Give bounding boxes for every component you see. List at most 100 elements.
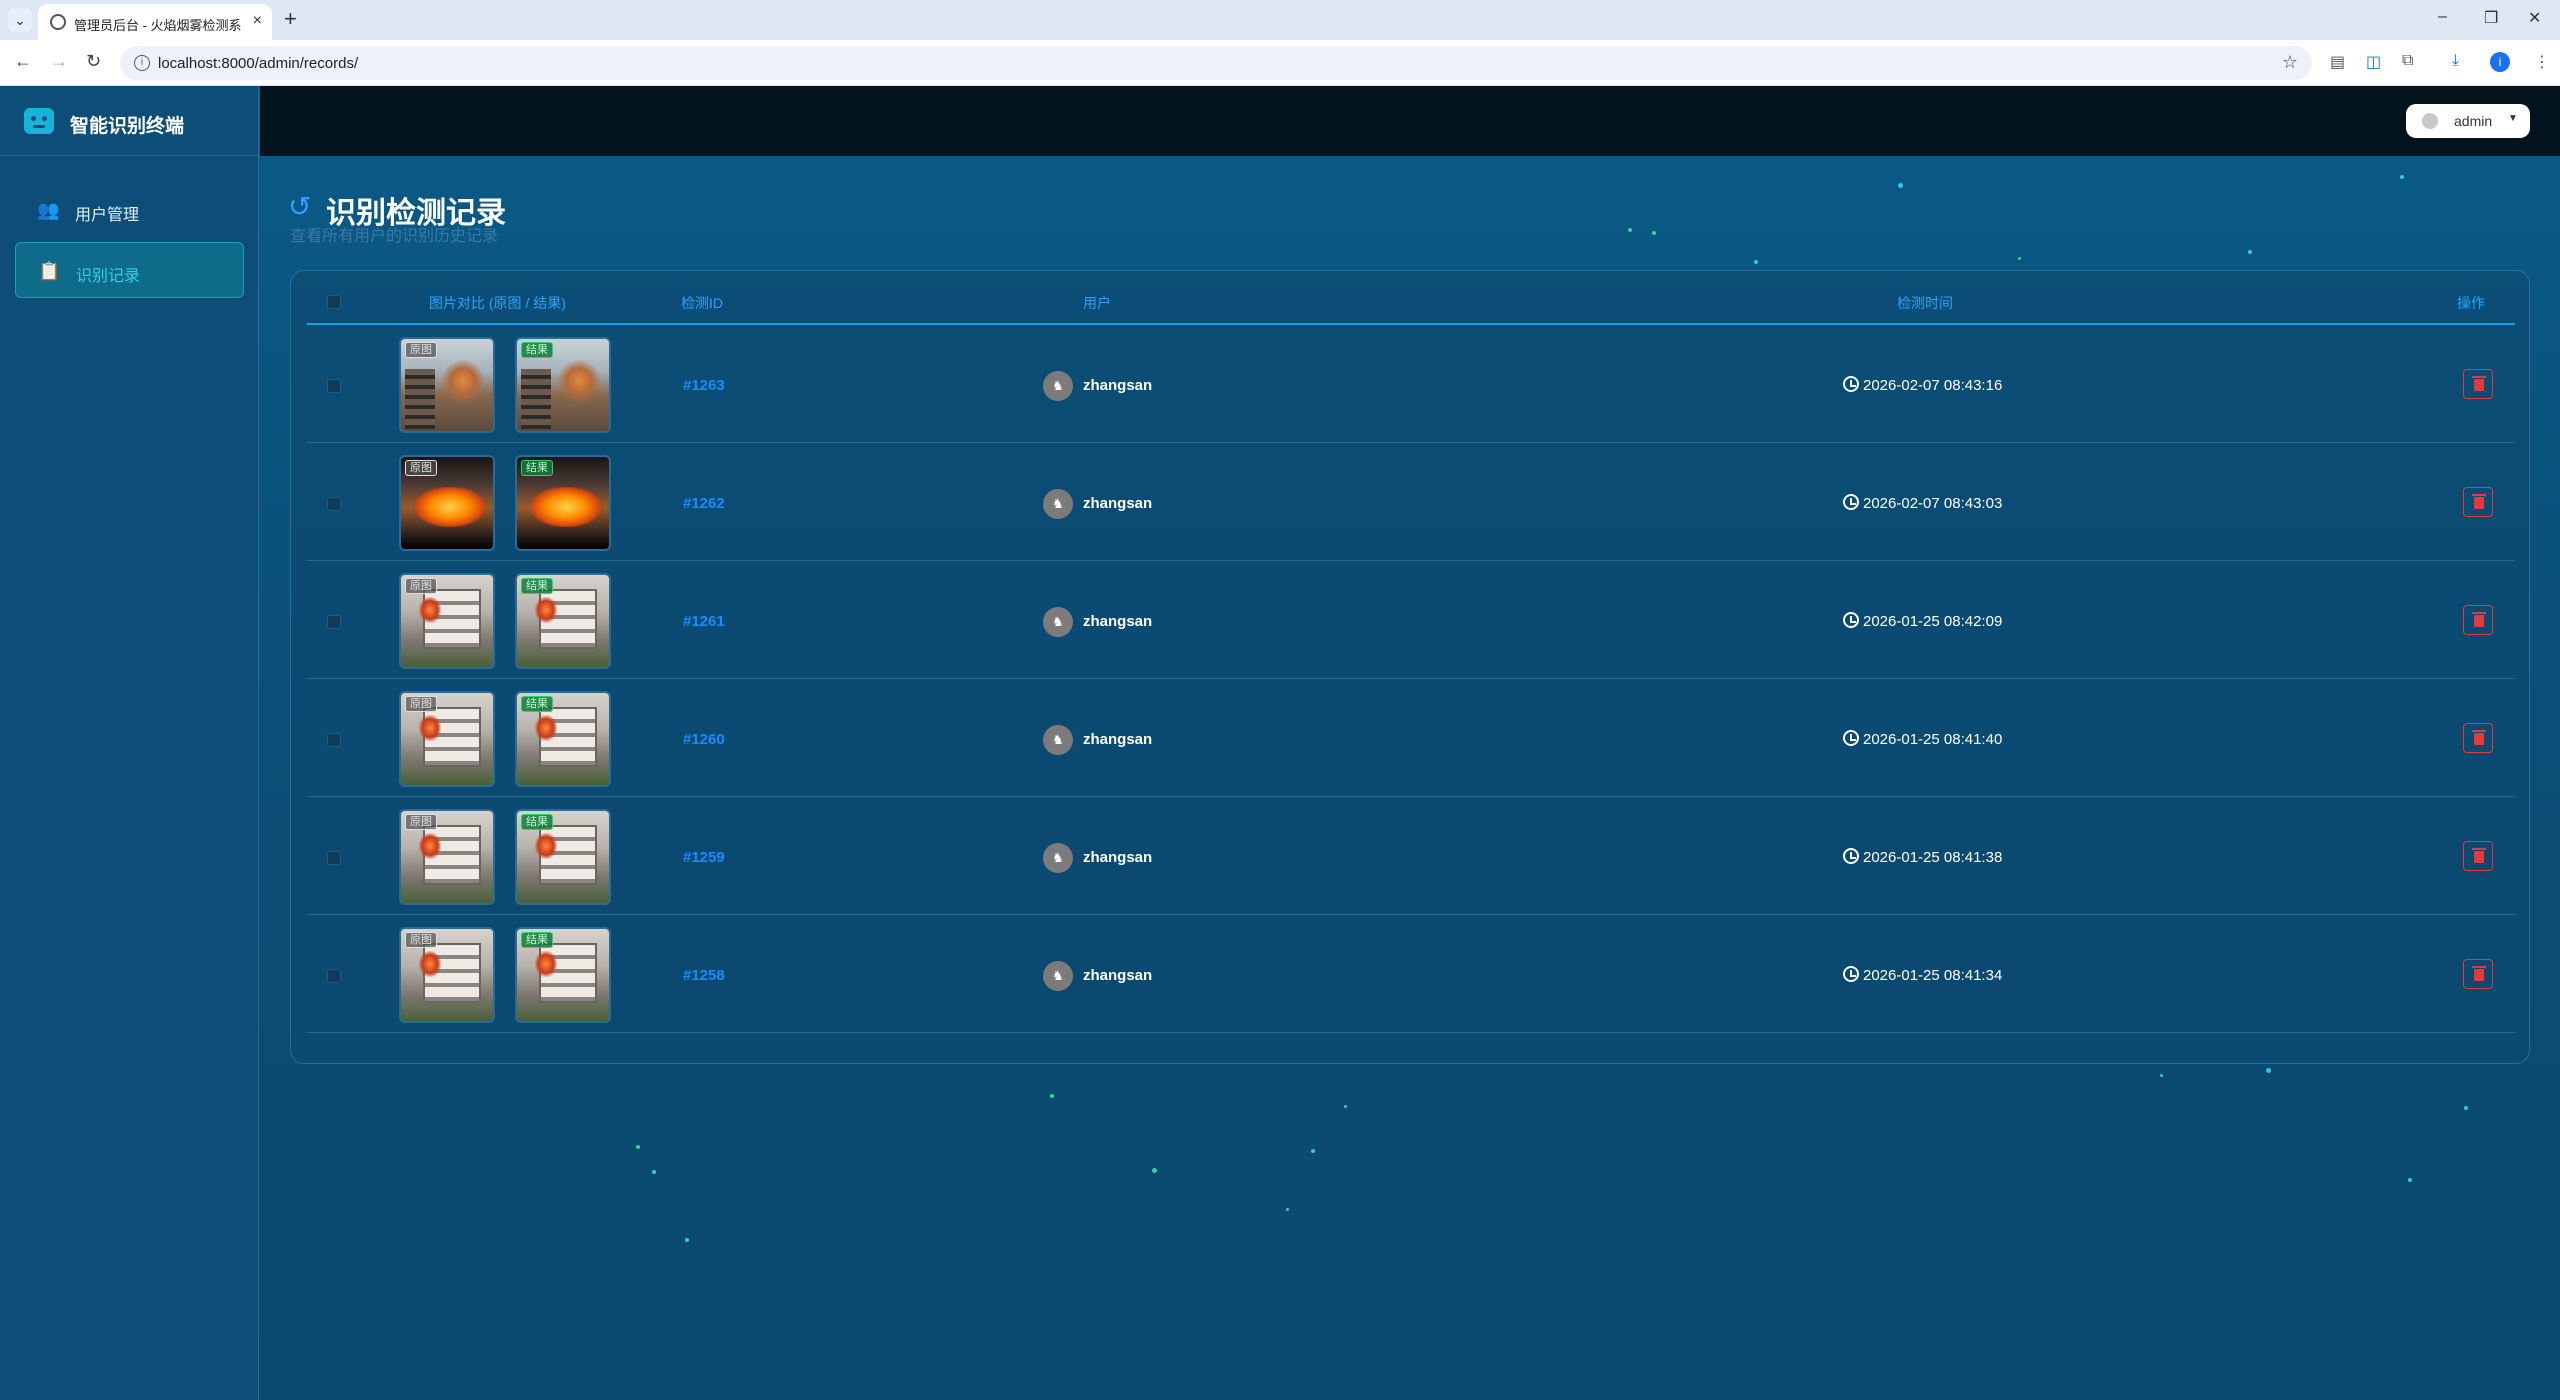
particle-dot bbox=[636, 1145, 640, 1149]
browser-tab[interactable]: 管理员后台 - 火焰烟雾检测系统 × bbox=[38, 4, 272, 40]
detect-time: 2026-02-07 08:43:16 bbox=[1863, 377, 2003, 394]
header-images: 图片对比 (原图 / 结果) bbox=[429, 295, 566, 311]
tab-title: 管理员后台 - 火焰烟雾检测系统 bbox=[74, 18, 242, 33]
url-text: localhost:8000/admin/records/ bbox=[158, 55, 359, 72]
particle-dot bbox=[1754, 260, 1758, 264]
original-image[interactable]: 原图 bbox=[399, 573, 495, 669]
record-id-link[interactable]: #1263 bbox=[683, 377, 725, 394]
particle-dot bbox=[2266, 1068, 2271, 1073]
header-actions: 操作 bbox=[2457, 295, 2485, 311]
result-tag: 结果 bbox=[521, 460, 553, 476]
original-image[interactable]: 原图 bbox=[399, 455, 495, 551]
original-tag: 原图 bbox=[405, 696, 437, 712]
original-tag: 原图 bbox=[405, 578, 437, 594]
table-row: 原图 结果 #1263 ♞ zhangsan 2026-02-07 08:43:… bbox=[307, 327, 2515, 443]
record-id-link[interactable]: #1261 bbox=[683, 613, 725, 630]
detect-time: 2026-01-25 08:41:40 bbox=[1863, 731, 2003, 748]
back-button[interactable]: ← bbox=[14, 51, 32, 72]
particle-dot bbox=[2408, 1178, 2412, 1182]
detect-time: 2026-02-07 08:43:03 bbox=[1863, 495, 2003, 512]
record-id-link[interactable]: #1259 bbox=[683, 849, 725, 866]
table-row: 原图 结果 #1261 ♞ zhangsan 2026-01-25 08:42:… bbox=[307, 563, 2515, 679]
extension-icon[interactable]: ▤ bbox=[2330, 52, 2345, 72]
restore-button[interactable]: ❐ bbox=[2484, 8, 2498, 28]
username: zhangsan bbox=[1083, 613, 1153, 630]
translate-icon[interactable]: ◫ bbox=[2366, 52, 2381, 72]
tab-search-button[interactable]: ⌄ bbox=[8, 8, 32, 32]
user-avatar: ♞ bbox=[1043, 843, 1073, 873]
record-id-link[interactable]: #1260 bbox=[683, 731, 725, 748]
users-icon: 👥 bbox=[37, 200, 60, 220]
delete-button[interactable] bbox=[2463, 723, 2493, 753]
brand[interactable]: 智能识别终端 bbox=[0, 86, 259, 156]
original-image[interactable]: 原图 bbox=[399, 691, 495, 787]
new-tab-button[interactable]: + bbox=[284, 6, 297, 32]
more-menu-icon[interactable]: ⋮ bbox=[2534, 52, 2550, 72]
delete-button[interactable] bbox=[2463, 959, 2493, 989]
user-avatar: ♞ bbox=[1043, 725, 1073, 755]
globe-icon bbox=[50, 14, 66, 30]
table-row: 原图 结果 #1260 ♞ zhangsan 2026-01-25 08:41:… bbox=[307, 681, 2515, 797]
history-icon: ↺ bbox=[288, 191, 312, 222]
result-image[interactable]: 结果 bbox=[515, 691, 611, 787]
minimize-button[interactable]: – bbox=[2438, 8, 2447, 26]
result-tag: 结果 bbox=[521, 696, 553, 712]
result-image[interactable]: 结果 bbox=[515, 809, 611, 905]
browser-address-bar: ← → ↻ i localhost:8000/admin/records/ ☆ … bbox=[0, 40, 2560, 86]
username: zhangsan bbox=[1083, 849, 1153, 866]
result-image[interactable]: 结果 bbox=[515, 927, 611, 1023]
particle-dot bbox=[1311, 1149, 1315, 1153]
sidebar-item-users[interactable]: 👥 用户管理 bbox=[15, 182, 244, 238]
close-tab-icon[interactable]: × bbox=[253, 12, 262, 30]
result-tag: 结果 bbox=[521, 932, 553, 948]
particle-dot bbox=[1898, 183, 1903, 188]
profile-avatar[interactable]: i bbox=[2490, 52, 2510, 72]
download-icon[interactable]: ⤓ bbox=[2452, 52, 2459, 70]
row-checkbox[interactable] bbox=[327, 733, 341, 747]
page-subtitle: 查看所有用户的识别历史记录 bbox=[290, 228, 499, 245]
original-image[interactable]: 原图 bbox=[399, 809, 495, 905]
reload-button[interactable]: ↻ bbox=[86, 51, 101, 72]
app-root: 智能识别终端 👥 用户管理 📋 识别记录 admin ▼ ↺ 识别检测记录 查看… bbox=[0, 86, 2560, 1400]
particle-dot bbox=[2018, 257, 2021, 260]
bookmark-star-icon[interactable]: ☆ bbox=[2282, 52, 2298, 73]
delete-button[interactable] bbox=[2463, 841, 2493, 871]
clock-icon bbox=[1843, 966, 1859, 982]
original-image[interactable]: 原图 bbox=[399, 927, 495, 1023]
delete-button[interactable] bbox=[2463, 605, 2493, 635]
row-checkbox[interactable] bbox=[327, 379, 341, 393]
row-checkbox[interactable] bbox=[327, 497, 341, 511]
sidebar-item-records[interactable]: 📋 识别记录 bbox=[15, 242, 244, 298]
brand-title: 智能识别终端 bbox=[70, 116, 185, 137]
user-dropdown-button[interactable]: admin ▼ bbox=[2406, 104, 2530, 138]
clipboard-icon: 📋 bbox=[38, 261, 61, 281]
site-info-icon[interactable]: i bbox=[134, 55, 150, 71]
clock-icon bbox=[1843, 848, 1859, 864]
particle-dot bbox=[1652, 231, 1656, 235]
clock-icon bbox=[1843, 494, 1859, 510]
result-image[interactable]: 结果 bbox=[515, 573, 611, 669]
delete-button[interactable] bbox=[2463, 487, 2493, 517]
url-field[interactable]: i localhost:8000/admin/records/ ☆ bbox=[120, 46, 2312, 80]
username: zhangsan bbox=[1083, 967, 1153, 984]
particle-dot bbox=[1628, 228, 1632, 232]
delete-button[interactable] bbox=[2463, 369, 2493, 399]
particle-dot bbox=[2160, 1074, 2163, 1077]
result-image[interactable]: 结果 bbox=[515, 337, 611, 433]
header-id: 检测ID bbox=[681, 295, 723, 311]
particle-dot bbox=[1286, 1208, 1289, 1211]
row-checkbox[interactable] bbox=[327, 969, 341, 983]
row-checkbox[interactable] bbox=[327, 615, 341, 629]
result-image[interactable]: 结果 bbox=[515, 455, 611, 551]
result-tag: 结果 bbox=[521, 342, 553, 358]
record-id-link[interactable]: #1258 bbox=[683, 967, 725, 984]
record-id-link[interactable]: #1262 bbox=[683, 495, 725, 512]
header-time: 检测时间 bbox=[1897, 295, 1953, 311]
puzzle-icon[interactable]: ⧉ bbox=[2402, 52, 2413, 70]
forward-button[interactable]: → bbox=[50, 51, 68, 72]
close-window-button[interactable]: ✕ bbox=[2528, 8, 2541, 28]
select-all-checkbox[interactable] bbox=[327, 295, 341, 309]
user-avatar: ♞ bbox=[1043, 961, 1073, 991]
original-image[interactable]: 原图 bbox=[399, 337, 495, 433]
row-checkbox[interactable] bbox=[327, 851, 341, 865]
